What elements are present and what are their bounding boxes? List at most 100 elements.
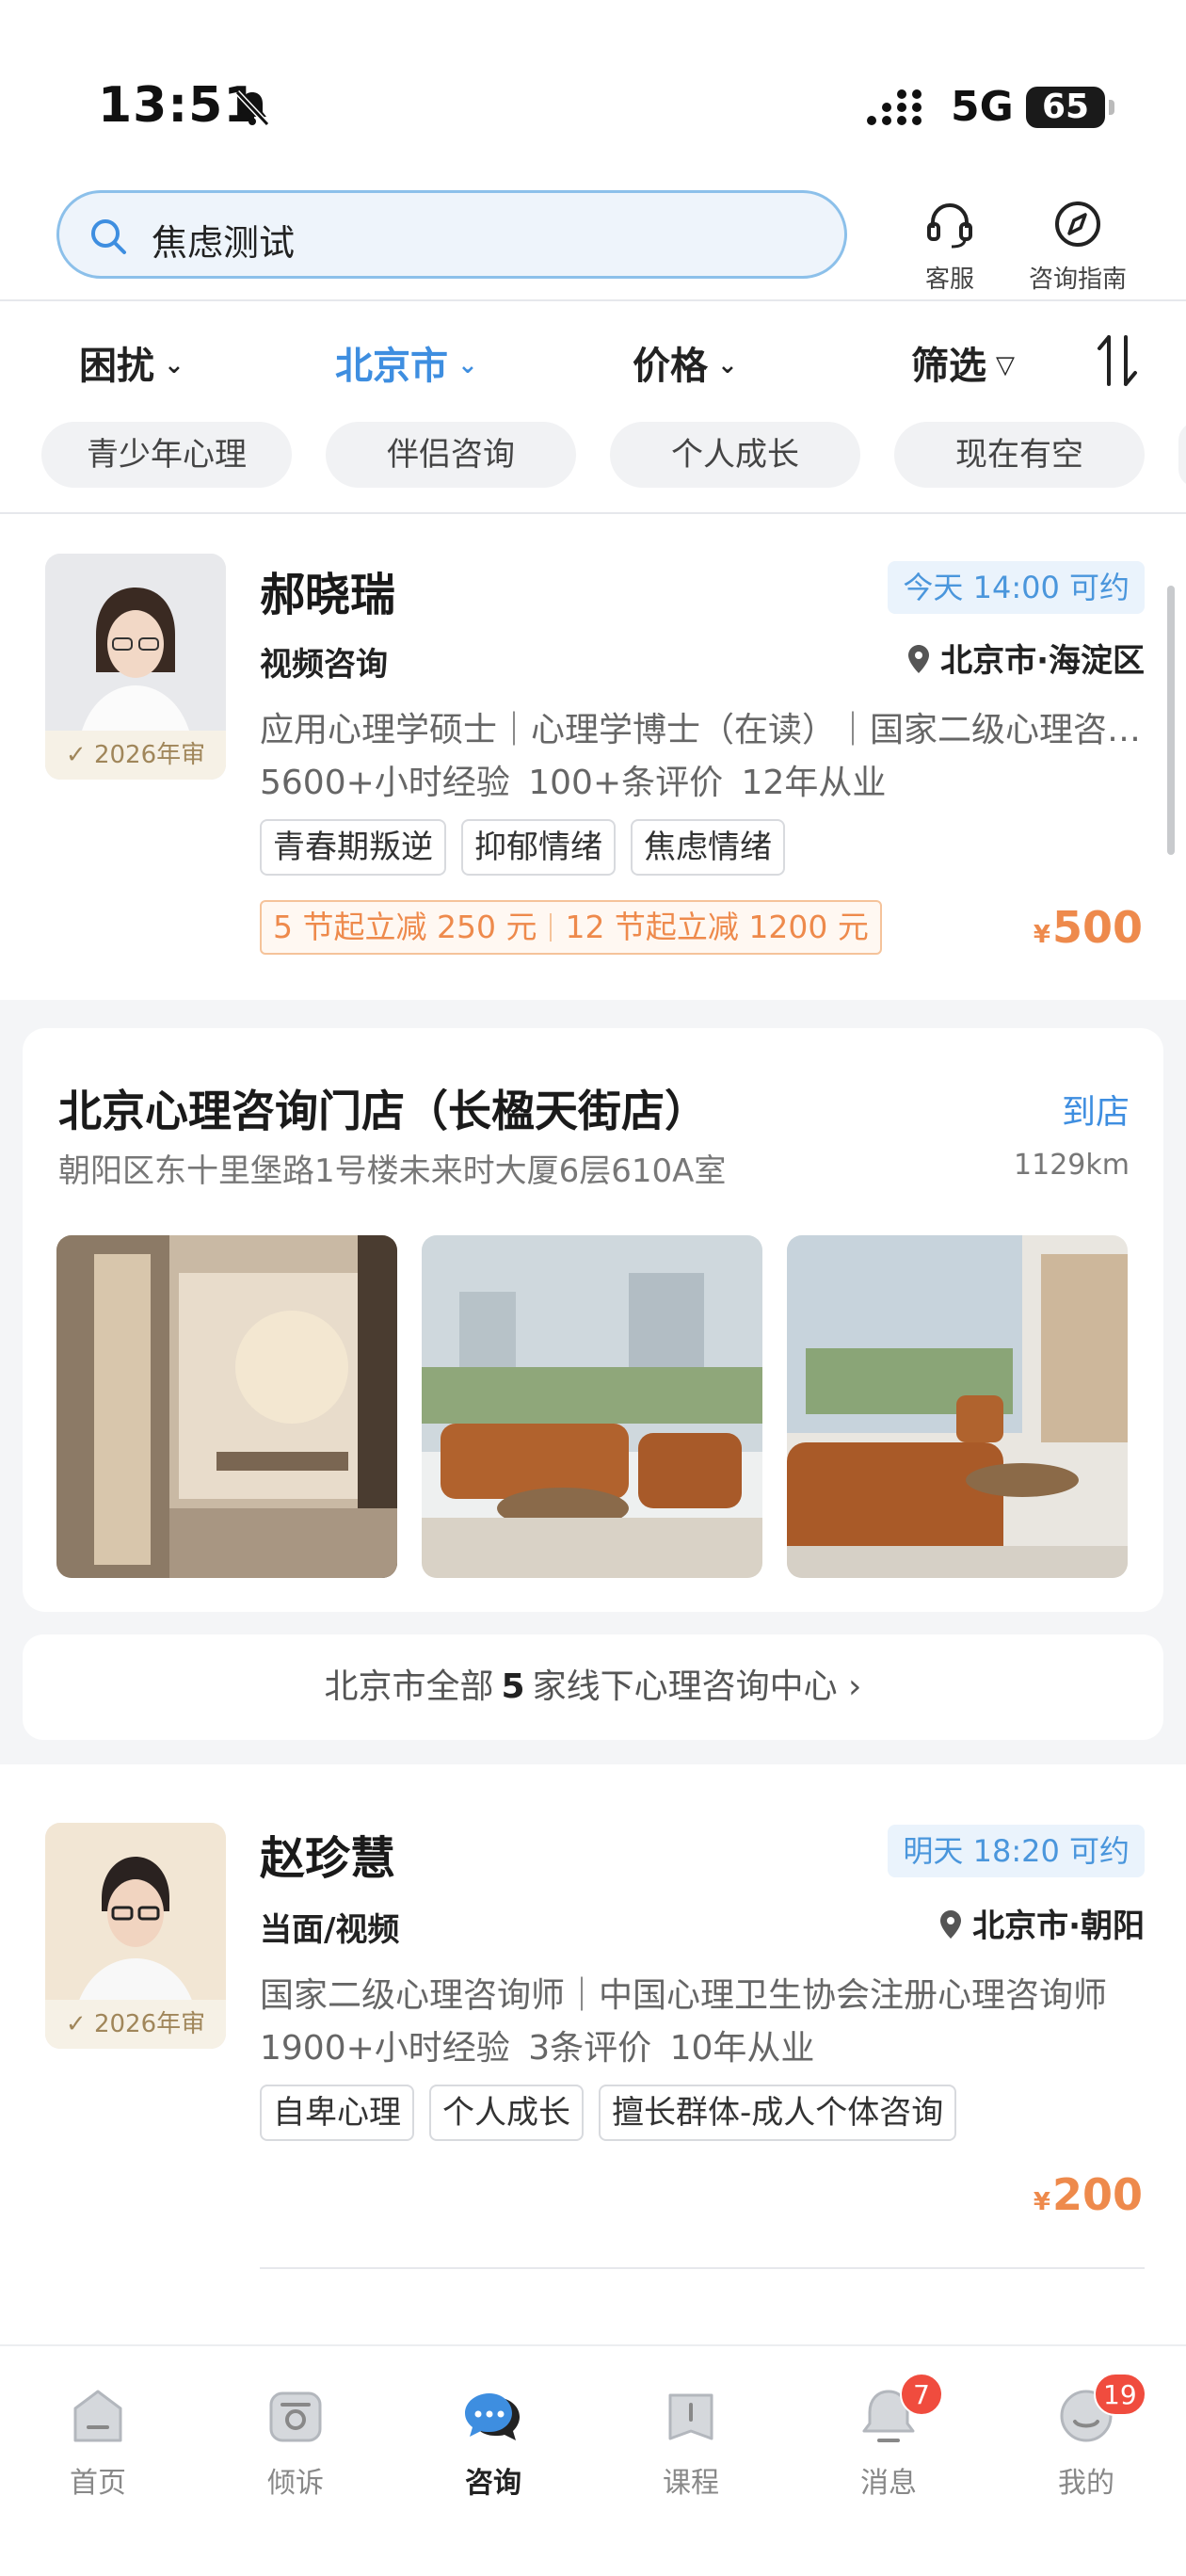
store-card[interactable]: 北京心理咨询门店（长楹天街店） 到店 朝阳区东十里堡路1号楼未来时大厦6层610…: [23, 1028, 1163, 1612]
currency-symbol: ¥: [1033, 2188, 1050, 2216]
store-photo-lounge[interactable]: [422, 1235, 762, 1578]
promo-separator: [550, 913, 553, 942]
tag: 自卑心理: [260, 2085, 414, 2141]
chevron-down-icon: ⌄: [457, 351, 478, 379]
counselor-name: 郝晓瑞: [260, 569, 396, 621]
filter-trouble-label: 困扰: [79, 345, 154, 388]
consult-guide-button[interactable]: 咨询指南: [1017, 196, 1139, 299]
visit-store-link[interactable]: 到店: [1062, 1085, 1130, 1134]
price-value: 200: [1051, 2169, 1143, 2220]
all-stores-suffix: 家线下心理咨询中心 ›: [532, 1667, 862, 1706]
consult-guide-label: 咨询指南: [1028, 266, 1127, 294]
counselor-name: 赵珍慧: [260, 1832, 396, 1885]
currency-symbol: ¥: [1033, 921, 1050, 949]
unread-badge: 7: [900, 2373, 943, 2416]
qualifications: 应用心理学硕士｜心理学博士（在读）｜国家二级心理咨询师: [260, 711, 1145, 749]
tab-label: 课程: [663, 2467, 719, 2500]
consult-mode: 当面/视频: [260, 1911, 400, 1949]
tab-label: 咨询: [465, 2467, 521, 2500]
bell-muted-icon: [234, 89, 270, 127]
tab-messages[interactable]: 消息 7: [823, 2373, 954, 2501]
tab-label: 首页: [70, 2467, 126, 2500]
signal-icon: [867, 89, 922, 125]
experience-stats: 5600+小时经验 100+条评价 12年从业: [260, 764, 887, 802]
tab-course[interactable]: 课程: [625, 2380, 757, 2501]
compass-icon: [1055, 201, 1100, 247]
availability-badge: 今天 14:00 可约: [888, 561, 1145, 614]
discount-promo: 5 节起立减 250 元 12 节起立减 1200 元: [260, 900, 882, 955]
price-value: 500: [1051, 902, 1143, 953]
all-stores-prefix: 北京市全部: [324, 1667, 494, 1706]
price: ¥500: [1034, 902, 1143, 953]
tab-confide[interactable]: 倾诉: [230, 2380, 361, 2501]
scrollbar[interactable]: [1167, 586, 1175, 855]
chip-available-now[interactable]: 现在有空: [894, 422, 1145, 488]
customer-service-label: 客服: [924, 266, 974, 294]
filter-price-label: 价格: [633, 345, 708, 388]
customer-service-button[interactable]: 客服: [889, 196, 1011, 299]
card-divider: [260, 2267, 1145, 2269]
headset-icon: [927, 202, 972, 249]
annual-review-text: 2026年审: [93, 2010, 206, 2038]
chip-growth[interactable]: 个人成长: [610, 422, 860, 488]
store-distance: 1129km: [1014, 1149, 1130, 1182]
tag-list: 自卑心理 个人成长 擅长群体-成人个体咨询: [260, 2085, 957, 2141]
chip-overflow[interactable]: [1178, 422, 1186, 488]
tag-list: 青春期叛逆 抑郁情绪 焦虑情绪: [260, 819, 785, 876]
counselor-card[interactable]: ✓ 2026年审 赵珍慧 明天 18:20 可约 当面/视频 北京市·朝阳 国家…: [0, 1764, 1186, 2292]
annual-review-text: 2026年审: [93, 741, 206, 769]
store-address: 朝阳区东十里堡路1号楼未来时大厦6层610A室: [58, 1152, 727, 1190]
filter-screen[interactable]: 筛选 ▽: [911, 335, 1015, 390]
phone-icon: [269, 2391, 322, 2442]
price: ¥200: [1034, 2169, 1143, 2220]
search-input[interactable]: 焦虑测试: [56, 190, 847, 279]
chip-teen[interactable]: 青少年心理: [41, 422, 292, 488]
bottom-tab-bar: 首页 倾诉 咨询 课程 消息 7 我的 19: [0, 2344, 1186, 2576]
tab-label: 我的: [1058, 2467, 1114, 2500]
promo-1: 5 节起立减 250 元: [273, 909, 537, 945]
chevron-down-icon: ⌄: [717, 351, 738, 379]
store-photo-room[interactable]: [787, 1235, 1128, 1578]
tab-label: 消息: [860, 2467, 917, 2500]
store-photo-entrance[interactable]: [56, 1235, 397, 1578]
battery-indicator: 65: [1026, 87, 1114, 128]
filter-trouble[interactable]: 困扰 ⌄: [79, 335, 184, 390]
home-icon: [73, 2390, 122, 2442]
promo-2: 12 节起立减 1200 元: [565, 909, 869, 945]
tab-label: 倾诉: [267, 2467, 324, 2500]
qualifications: 国家二级心理咨询师｜中国心理卫生协会注册心理咨询师: [260, 1976, 1108, 2015]
annual-review-badge: ✓ 2026年审: [45, 731, 226, 780]
all-stores-count: 5: [501, 1667, 525, 1706]
experience-stats: 1900+小时经验 3条评价 10年从业: [260, 2029, 815, 2068]
search-value: 焦虑测试: [152, 222, 296, 264]
tag: 青春期叛逆: [260, 819, 446, 876]
tag: 擅长群体-成人个体咨询: [599, 2085, 957, 2141]
filter-screen-label: 筛选: [911, 345, 986, 388]
filter-city[interactable]: 北京市 ⌄: [335, 335, 478, 390]
tag: 个人成长: [429, 2085, 584, 2141]
funnel-icon: ▽: [996, 351, 1015, 379]
location-text: 北京市·朝阳: [972, 1908, 1145, 1945]
counselor-card[interactable]: ✓ 2026年审 郝晓瑞 今天 14:00 可约 视频咨询 北京市·海淀区 应用…: [0, 514, 1186, 1000]
network-label: 5G: [951, 83, 1014, 131]
filter-price[interactable]: 价格 ⌄: [633, 335, 738, 390]
location: 北京市·朝阳: [938, 1900, 1145, 1946]
chip-couple[interactable]: 伴侣咨询: [326, 422, 576, 488]
tab-home[interactable]: 首页: [32, 2380, 164, 2501]
header-divider: [0, 299, 1186, 301]
chevron-down-icon: ⌄: [164, 351, 184, 379]
all-stores-link[interactable]: 北京市全部 5 家线下心理咨询中心 ›: [23, 1634, 1163, 1740]
avatar: ✓ 2026年审: [45, 1823, 226, 2049]
store-title: 北京心理咨询门店（长楹天街店）: [58, 1086, 708, 1136]
avatar: ✓ 2026年审: [45, 554, 226, 780]
tab-consult[interactable]: 咨询: [427, 2380, 559, 2501]
location: 北京市·海淀区: [906, 635, 1145, 681]
tag: 焦虑情绪: [631, 819, 785, 876]
sort-icon[interactable]: [1094, 331, 1141, 390]
status-bar: 13:51 5G 65: [0, 0, 1186, 179]
filter-city-label: 北京市: [335, 345, 448, 388]
tab-profile[interactable]: 我的 19: [1020, 2373, 1152, 2501]
chat-icon: [465, 2393, 520, 2440]
location-pin-icon: [908, 645, 930, 673]
location-text: 北京市·海淀区: [940, 642, 1145, 680]
